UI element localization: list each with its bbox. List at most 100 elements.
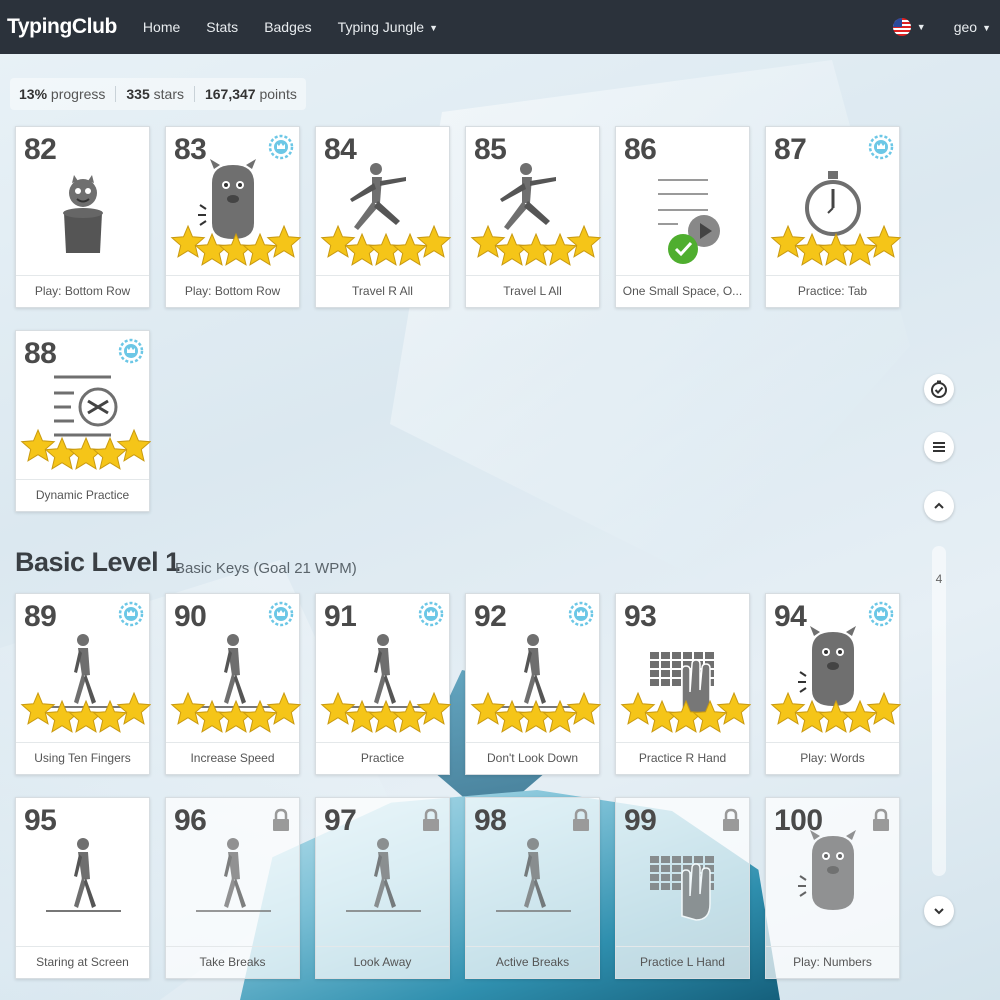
lesson-title: Travel R All bbox=[316, 275, 449, 307]
goal-check-button[interactable] bbox=[924, 374, 954, 404]
section-title: Basic Level 1 bbox=[15, 547, 180, 577]
star-icon bbox=[566, 691, 601, 725]
crown-badge-icon bbox=[418, 601, 444, 627]
lesson-card[interactable]: 99 Practice L Hand bbox=[615, 797, 750, 979]
lesson-title: Using Ten Fingers bbox=[16, 742, 149, 774]
stars-label: stars bbox=[153, 86, 184, 102]
star-icon bbox=[320, 691, 356, 725]
crown-badge-icon bbox=[868, 134, 894, 160]
lesson-title: Practice bbox=[316, 742, 449, 774]
star-icon bbox=[20, 428, 56, 462]
walker-icon bbox=[196, 838, 271, 912]
star-icon bbox=[170, 691, 206, 725]
lesson-card[interactable]: 83 Play: Bottom Row bbox=[165, 126, 301, 308]
lesson-card[interactable]: 96 Take Breaks bbox=[165, 797, 300, 979]
lesson-card[interactable]: 95 Staring at Screen bbox=[15, 797, 150, 979]
lesson-card[interactable]: 87 Practice: Tab bbox=[765, 126, 901, 308]
page-scrollbar[interactable] bbox=[932, 546, 946, 876]
scroll-up-button[interactable] bbox=[924, 491, 954, 521]
lesson-card[interactable]: 86 One Small Space, O... bbox=[615, 126, 750, 308]
brand-logo[interactable]: TypingClub bbox=[7, 15, 117, 39]
lesson-title: Play: Numbers bbox=[766, 946, 899, 978]
lesson-title: Increase Speed bbox=[166, 742, 299, 774]
star-icon bbox=[266, 224, 301, 258]
lesson-title: Look Away bbox=[316, 946, 449, 978]
star-icon bbox=[770, 224, 806, 258]
star-icon bbox=[416, 224, 451, 258]
walker-icon bbox=[46, 838, 121, 912]
lesson-card[interactable]: 92 Don't Look Down bbox=[465, 593, 601, 775]
star-icon bbox=[470, 224, 506, 258]
caret-down-icon: ▼ bbox=[429, 23, 438, 34]
lesson-card[interactable]: 90 Increase Speed bbox=[165, 593, 301, 775]
nav-stats[interactable]: Stats bbox=[206, 19, 238, 35]
lesson-card[interactable]: 94 Play: Words bbox=[765, 593, 901, 775]
user-menu[interactable]: geo ▼ bbox=[954, 19, 991, 35]
star-rating bbox=[620, 691, 751, 733]
lesson-card[interactable]: 97 Look Away bbox=[315, 797, 450, 979]
top-navbar: TypingClub Home Stats Badges Typing Jung… bbox=[0, 0, 1000, 54]
lesson-card[interactable]: 91 Practice bbox=[315, 593, 451, 775]
scroll-down-button[interactable] bbox=[924, 896, 954, 926]
lesson-title: Practice: Tab bbox=[766, 275, 899, 307]
lesson-card[interactable]: 89 Using Ten Fingers bbox=[15, 593, 151, 775]
menu-button[interactable] bbox=[924, 432, 954, 462]
star-icon bbox=[116, 691, 151, 725]
lesson-card[interactable]: 98 Active Breaks bbox=[465, 797, 600, 979]
points-value: 167,347 bbox=[204, 86, 256, 102]
star-icon bbox=[470, 691, 506, 725]
star-icon bbox=[116, 428, 151, 462]
lesson-card[interactable]: 84 Travel R All bbox=[315, 126, 451, 308]
star-rating bbox=[20, 428, 151, 470]
lesson-card[interactable]: 93 Practice R Hand bbox=[615, 593, 751, 775]
lesson-card[interactable]: 88 Dynamic Practice bbox=[15, 330, 151, 512]
crown-badge-icon bbox=[118, 601, 144, 627]
space-check-icon bbox=[658, 179, 720, 264]
walker-icon bbox=[496, 838, 571, 912]
star-rating bbox=[470, 224, 601, 266]
lesson-title: Staring at Screen bbox=[16, 946, 149, 978]
lesson-title: Play: Bottom Row bbox=[166, 275, 299, 307]
lesson-title: Travel L All bbox=[466, 275, 599, 307]
star-rating bbox=[770, 224, 901, 266]
star-icon bbox=[566, 224, 601, 258]
nav-home[interactable]: Home bbox=[143, 19, 180, 35]
star-rating bbox=[470, 691, 601, 733]
star-rating bbox=[20, 691, 151, 733]
crown-badge-icon bbox=[268, 134, 294, 160]
progress-value: 13% bbox=[19, 86, 48, 102]
lock-icon bbox=[723, 808, 739, 831]
star-icon bbox=[20, 691, 56, 725]
nav-badges[interactable]: Badges bbox=[264, 19, 311, 35]
monster-jar-icon bbox=[63, 175, 103, 253]
star-icon bbox=[866, 691, 901, 725]
crown-badge-icon bbox=[568, 601, 594, 627]
lesson-card[interactable]: 85 Travel L All bbox=[465, 126, 601, 308]
star-icon bbox=[416, 691, 451, 725]
user-name: geo bbox=[953, 19, 978, 35]
star-icon bbox=[620, 691, 656, 725]
star-icon bbox=[170, 224, 206, 258]
lesson-title: Don't Look Down bbox=[466, 742, 599, 774]
chevron-down-icon bbox=[934, 908, 944, 915]
section-subtitle: Basic Keys (Goal 21 WPM) bbox=[175, 560, 357, 577]
lesson-title: Practice L Hand bbox=[616, 946, 749, 978]
star-rating bbox=[170, 224, 301, 266]
crown-badge-icon bbox=[118, 338, 144, 364]
caret-down-icon[interactable]: ▼ bbox=[917, 22, 926, 32]
star-icon bbox=[716, 691, 751, 725]
divider bbox=[115, 86, 117, 102]
lesson-title: Dynamic Practice bbox=[16, 479, 149, 511]
star-rating bbox=[770, 691, 901, 733]
lesson-card[interactable]: 100 Play: Numbers bbox=[765, 797, 900, 979]
lock-icon bbox=[873, 808, 889, 831]
star-icon bbox=[266, 691, 301, 725]
us-flag-icon[interactable] bbox=[892, 18, 911, 36]
lesson-card[interactable]: 82 Play: Bottom Row bbox=[15, 126, 150, 308]
list-icon bbox=[933, 442, 945, 452]
nav-typing-jungle[interactable]: Typing Jungle ▼ bbox=[338, 19, 438, 35]
lesson-title: Play: Bottom Row bbox=[16, 275, 149, 307]
page-number: 4 bbox=[935, 572, 943, 586]
walker-icon bbox=[346, 838, 421, 912]
progress-summary: 13% progress 335 stars 167,347 points bbox=[10, 78, 306, 110]
